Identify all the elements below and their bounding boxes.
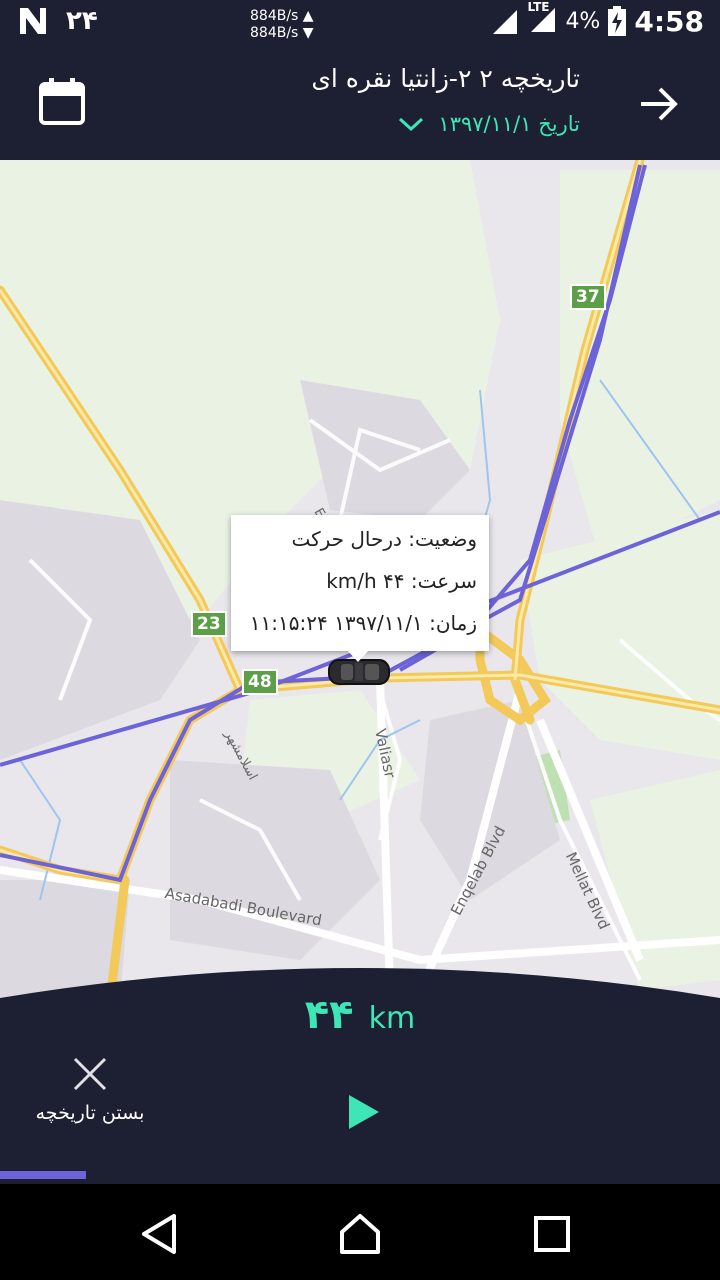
- popup-tail: [347, 650, 369, 662]
- notification-count: ۲۴: [66, 6, 98, 36]
- distance-value: ۴۴: [304, 992, 354, 1038]
- play-icon[interactable]: [344, 1092, 384, 1132]
- lte-signal: LTE: [527, 0, 557, 38]
- wifi-signal-icon: [493, 10, 518, 34]
- clock: 4:58: [634, 4, 704, 38]
- close-icon: [73, 1057, 107, 1091]
- date-selector[interactable]: تاریخ ۱۳۹۷/۱۱/۱: [398, 112, 580, 136]
- close-history-label: بستن تاریخچه: [35, 1102, 145, 1124]
- recents-icon[interactable]: [530, 1212, 574, 1256]
- battery-percent: 4%: [565, 8, 601, 34]
- road-shield-37: 37: [570, 284, 606, 310]
- playback-progress-bar[interactable]: [0, 1171, 720, 1179]
- system-nav-bar: [0, 1184, 720, 1280]
- close-history-button[interactable]: بستن تاریخچه: [30, 1056, 150, 1136]
- net-up: 884B/s: [250, 8, 299, 24]
- battery-charging-icon: [608, 6, 627, 36]
- popup-time: زمان: ۱۳۹۷/۱۱/۱ ۱۱:۱۵:۲۴: [249, 611, 477, 635]
- vehicle-info-popup: وضعیت: درحال حرکت سرعت: ۴۴ km/h زمان: ۱۳…: [231, 515, 489, 651]
- app-header: تاریخچه ۲ ۲-زانتیا نقره ای تاریخ ۱۳۹۷/۱۱…: [0, 48, 720, 160]
- arrow-right-icon[interactable]: [638, 84, 680, 124]
- home-icon[interactable]: [338, 1212, 382, 1256]
- calendar-icon[interactable]: [38, 76, 86, 126]
- chevron-down-icon: [399, 117, 424, 132]
- distance-unit: km: [368, 1001, 416, 1036]
- app-n-icon: [20, 8, 46, 34]
- distance-readout: ۴۴ km: [0, 992, 720, 1038]
- back-icon[interactable]: [138, 1212, 182, 1256]
- status-bar: ۲۴ 884B/s ▲ 884B/s ▼ LTE 4% 4:58: [0, 0, 720, 48]
- network-type: LTE: [527, 0, 550, 14]
- popup-status: وضعیت: درحال حرکت: [291, 527, 477, 551]
- page-title: تاریخچه ۲ ۲-زانتیا نقره ای: [311, 64, 580, 93]
- road-shield-48: 48: [242, 669, 278, 695]
- popup-speed: سرعت: ۴۴ km/h: [326, 569, 477, 593]
- road-shield-23: 23: [191, 611, 227, 637]
- network-speed: 884B/s ▲ 884B/s ▼: [250, 8, 314, 41]
- playback-progress-fill: [0, 1171, 87, 1179]
- date-label: تاریخ ۱۳۹۷/۱۱/۱: [438, 112, 580, 136]
- net-down: 884B/s: [250, 25, 299, 41]
